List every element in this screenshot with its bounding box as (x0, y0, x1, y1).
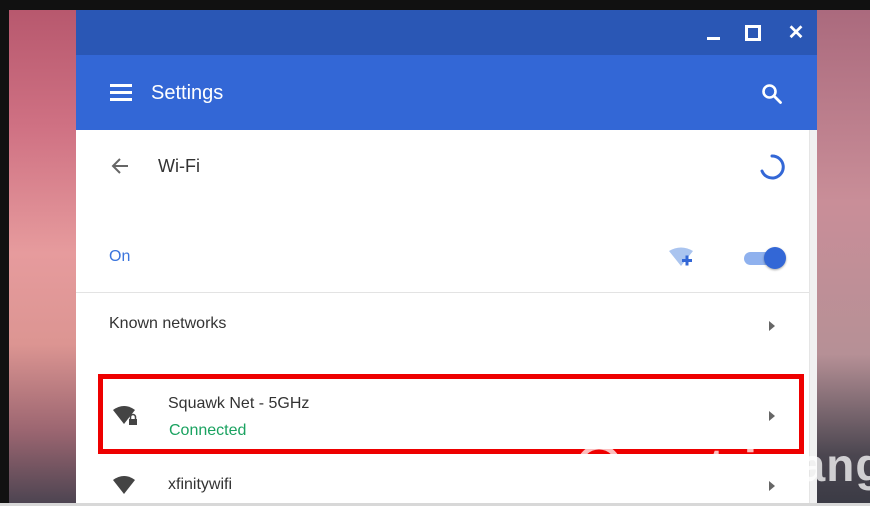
wallpaper-right (817, 0, 870, 506)
screen-border-left (0, 0, 9, 506)
network-name: xfinitywifi (168, 476, 233, 493)
scrollbar[interactable] (809, 130, 817, 503)
wifi-icon (113, 476, 135, 494)
chevron-right-icon (769, 481, 775, 491)
search-icon[interactable] (761, 83, 783, 105)
wifi-toggle-thumb (764, 247, 786, 269)
back-arrow-icon[interactable] (110, 156, 130, 176)
add-network-icon[interactable] (668, 247, 694, 269)
network-item-squawk-net[interactable]: Squawk Net - 5GHz Connected (76, 375, 809, 453)
page-title: Wi-Fi (158, 156, 200, 176)
screen-border-top (0, 0, 870, 10)
minimize-button[interactable] (693, 10, 733, 55)
maximize-button[interactable] (733, 10, 773, 55)
wallpaper-left (0, 0, 76, 506)
settings-window: ✕ Settings Wi-Fi On Known networks Squaw… (76, 10, 817, 503)
network-status: Connected (169, 422, 247, 439)
wifi-secured-icon (113, 406, 137, 425)
known-networks-row[interactable]: Known networks (76, 293, 809, 357)
maximize-icon (745, 24, 761, 41)
wifi-toggle[interactable] (744, 247, 786, 269)
minimize-icon (706, 37, 720, 40)
known-networks-label: Known networks (109, 315, 227, 332)
wifi-settings-panel: Wi-Fi On Known networks Squawk Net - 5GH… (76, 130, 809, 503)
network-item-xfinitywifi[interactable]: xfinitywifi (76, 463, 809, 503)
window-titlebar[interactable]: ✕ (76, 10, 817, 55)
close-icon: ✕ (787, 21, 805, 44)
spinner-icon (760, 154, 785, 180)
hamburger-menu-icon[interactable] (110, 84, 132, 102)
close-button[interactable]: ✕ (776, 10, 816, 55)
wifi-state-label: On (109, 248, 131, 265)
settings-app-bar: Settings (76, 55, 817, 130)
chevron-right-icon (769, 321, 775, 331)
app-title: Settings (151, 82, 224, 104)
network-name: Squawk Net - 5GHz (168, 395, 310, 412)
chevron-right-icon (769, 411, 775, 421)
